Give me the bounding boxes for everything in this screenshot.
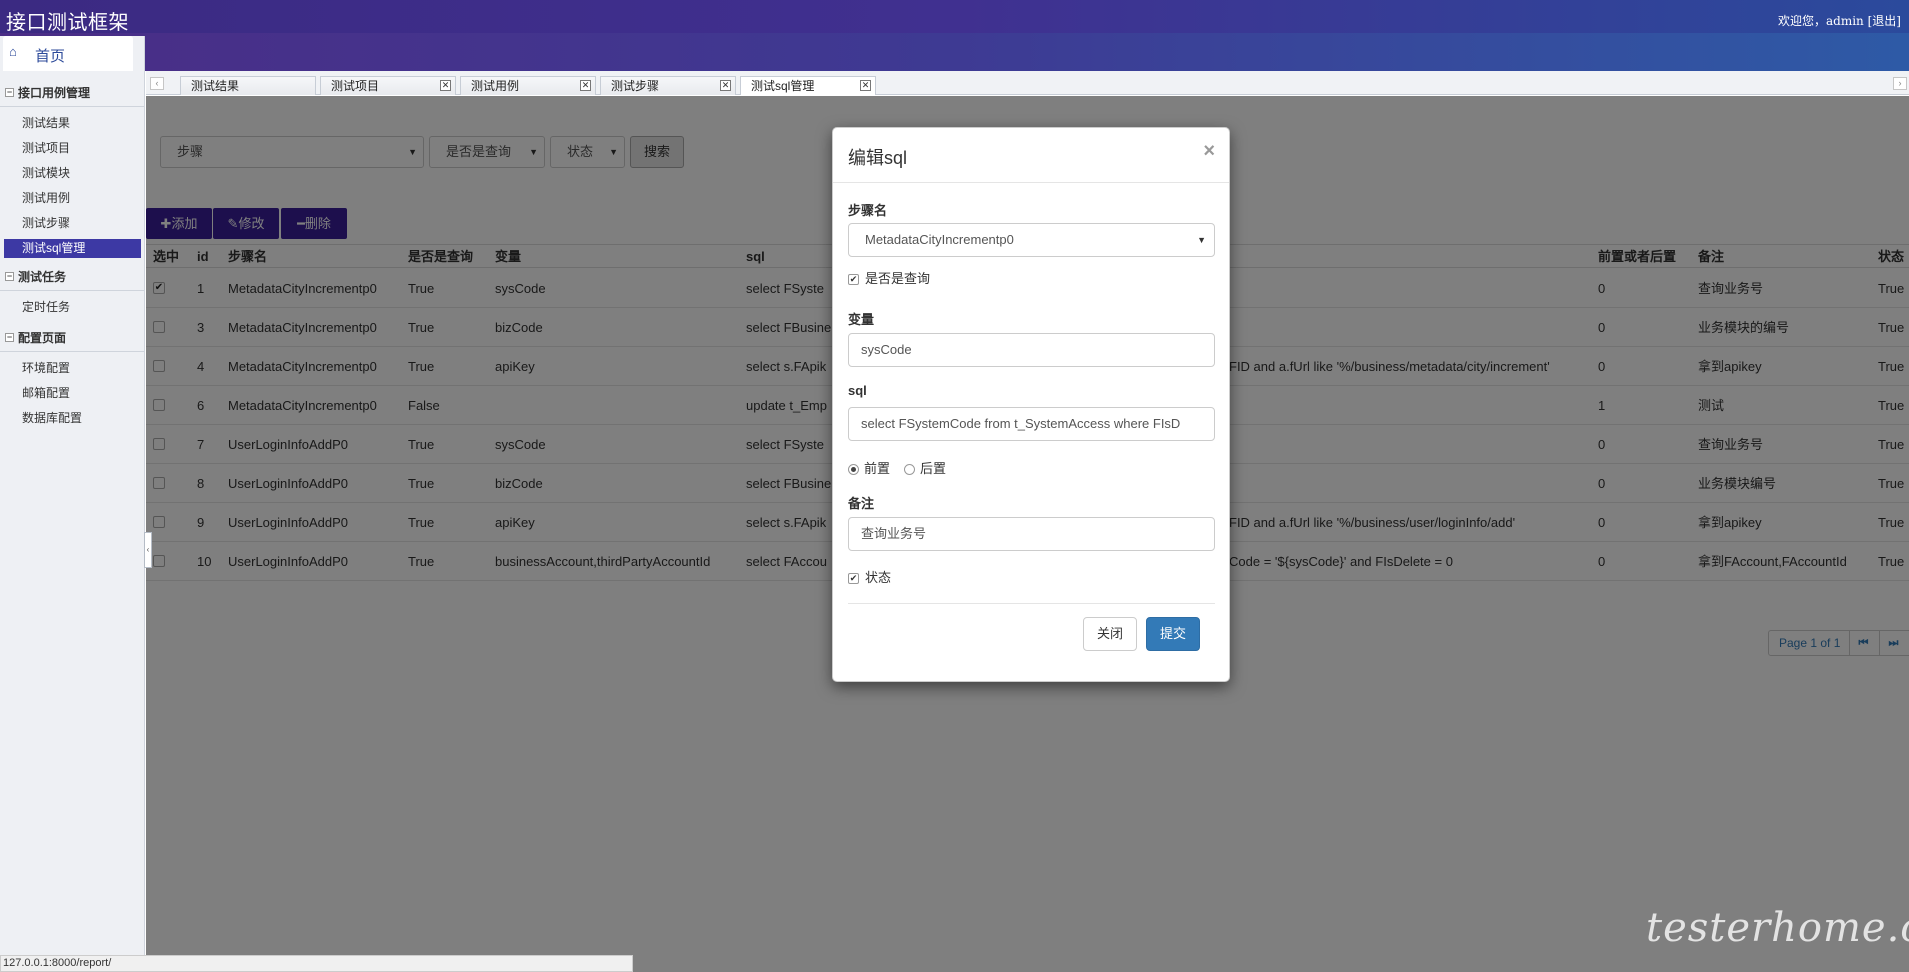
- close-icon[interactable]: ×: [1203, 140, 1215, 163]
- tab-strip: ‹ 测试结果 测试项目 ✕ 测试用例 ✕ 测试步骤 ✕ 测试sql管理 ✕ ›: [146, 71, 1909, 95]
- nav-group-header[interactable]: − 测试任务: [0, 266, 145, 288]
- watermark: testerhome.com: [1646, 905, 1909, 951]
- tab-close-icon[interactable]: ✕: [580, 80, 591, 91]
- welcome-text: 欢迎您，admin: [1778, 14, 1864, 28]
- nav-group-test-tasks: − 测试任务 定时任务: [0, 266, 145, 320]
- browser-status-url: 127.0.0.1:8000/report/: [0, 955, 633, 972]
- tab-scroll-right-icon[interactable]: ›: [1893, 77, 1907, 90]
- checkbox-label: 状态: [865, 570, 892, 585]
- dialog-title: 编辑sql: [848, 148, 908, 168]
- pre-post-radio-group: 前置 后置: [848, 458, 946, 477]
- sidebar-item-mail-config[interactable]: 邮箱配置: [0, 381, 145, 406]
- tab-close-icon[interactable]: ✕: [720, 80, 731, 91]
- home-tab[interactable]: ⌂ 首页: [3, 36, 133, 71]
- close-button[interactable]: 关闭: [1083, 617, 1137, 651]
- collapse-icon[interactable]: −: [5, 88, 14, 97]
- chevron-down-icon: ▼: [1197, 235, 1206, 245]
- tab-test-results[interactable]: 测试结果: [180, 76, 316, 95]
- nav-group-title: 配置页面: [18, 331, 67, 345]
- pre-radio[interactable]: [848, 464, 859, 476]
- tab-sql-management[interactable]: 测试sql管理 ✕: [740, 76, 876, 95]
- sidebar-item-test-results[interactable]: 测试结果: [0, 111, 145, 136]
- nav-group-config: − 配置页面 环境配置 邮箱配置 数据库配置: [0, 327, 145, 431]
- nav-group-case-management: − 接口用例管理 测试结果 测试项目 测试模块 测试用例 测试步骤 测试sql管…: [0, 82, 145, 261]
- sql-label: sql: [848, 383, 867, 398]
- tab-close-icon[interactable]: ✕: [860, 80, 871, 91]
- sql-input[interactable]: select FSystemCode from t_SystemAccess w…: [848, 407, 1215, 441]
- tab-label: 测试项目: [331, 79, 380, 93]
- user-welcome: 欢迎您，admin [退出]: [1778, 12, 1901, 29]
- radio-label: 前置: [864, 461, 891, 476]
- app-title: 接口测试框架: [6, 12, 129, 34]
- sidebar-item-test-steps[interactable]: 测试步骤: [0, 211, 145, 236]
- variable-input[interactable]: sysCode: [848, 333, 1215, 367]
- variable-label: 变量: [848, 312, 875, 327]
- checkbox-icon[interactable]: ✔: [848, 274, 859, 286]
- tab-label: 测试用例: [471, 79, 520, 93]
- sidebar-item-test-modules[interactable]: 测试模块: [0, 161, 145, 186]
- tab-label: 测试sql管理: [751, 79, 815, 93]
- sidebar-item-scheduled-tasks[interactable]: 定时任务: [0, 295, 145, 320]
- nav-group-header[interactable]: − 配置页面: [0, 327, 145, 349]
- edit-sql-dialog: 编辑sql × 步骤名 MetadataCityIncrementp0 ▼ ✔ 是…: [832, 127, 1230, 682]
- checkbox-label: 是否是查询: [865, 271, 931, 286]
- sidebar-item-sql-management[interactable]: 测试sql管理: [4, 239, 141, 258]
- radio-label: 后置: [920, 461, 947, 476]
- remark-input[interactable]: 查询业务号: [848, 517, 1215, 551]
- collapse-icon[interactable]: −: [5, 272, 14, 281]
- logout-link[interactable]: [退出]: [1868, 14, 1901, 28]
- home-label: 首页: [35, 48, 66, 65]
- sidebar-item-db-config[interactable]: 数据库配置: [0, 406, 145, 431]
- dialog-header: 编辑sql ×: [833, 128, 1229, 183]
- nav-group-title: 接口用例管理: [18, 86, 91, 100]
- tab-label: 测试结果: [191, 79, 240, 93]
- tab-close-icon[interactable]: ✕: [440, 80, 451, 91]
- sidebar-collapse-icon[interactable]: ‹: [144, 532, 152, 568]
- tab-test-cases[interactable]: 测试用例 ✕: [460, 76, 596, 95]
- nav-group-title: 测试任务: [18, 270, 67, 284]
- dialog-footer-divider: [848, 603, 1215, 604]
- tab-label: 测试步骤: [611, 79, 660, 93]
- checkbox-icon[interactable]: ✔: [848, 573, 859, 585]
- tab-test-projects[interactable]: 测试项目 ✕: [320, 76, 456, 95]
- sidebar: ⌂ 首页 − 接口用例管理 测试结果 测试项目 测试模块 测试用例 测试步骤 测…: [0, 36, 145, 972]
- tab-scroll-left-icon[interactable]: ‹: [150, 77, 164, 90]
- collapse-icon[interactable]: −: [5, 333, 14, 342]
- top-header: 接口测试框架 欢迎您，admin [退出]: [0, 0, 1909, 34]
- remark-label: 备注: [848, 496, 875, 511]
- sidebar-item-test-projects[interactable]: 测试项目: [0, 136, 145, 161]
- select-value: MetadataCityIncrementp0: [865, 232, 1014, 247]
- divider: [0, 290, 145, 291]
- step-name-label: 步骤名: [848, 203, 888, 218]
- divider: [0, 106, 145, 107]
- divider: [0, 351, 145, 352]
- nav-group-header[interactable]: − 接口用例管理: [0, 82, 145, 104]
- is-query-checkbox[interactable]: ✔ 是否是查询: [848, 268, 930, 287]
- home-icon: ⌂: [9, 44, 17, 59]
- status-checkbox[interactable]: ✔ 状态: [848, 567, 891, 586]
- sidebar-item-env-config[interactable]: 环境配置: [0, 356, 145, 381]
- header-band: [0, 33, 1909, 71]
- tab-test-steps[interactable]: 测试步骤 ✕: [600, 76, 736, 95]
- sidebar-item-test-cases[interactable]: 测试用例: [0, 186, 145, 211]
- step-name-select[interactable]: MetadataCityIncrementp0 ▼: [848, 223, 1215, 257]
- submit-button[interactable]: 提交: [1146, 617, 1200, 651]
- post-radio[interactable]: [904, 464, 916, 476]
